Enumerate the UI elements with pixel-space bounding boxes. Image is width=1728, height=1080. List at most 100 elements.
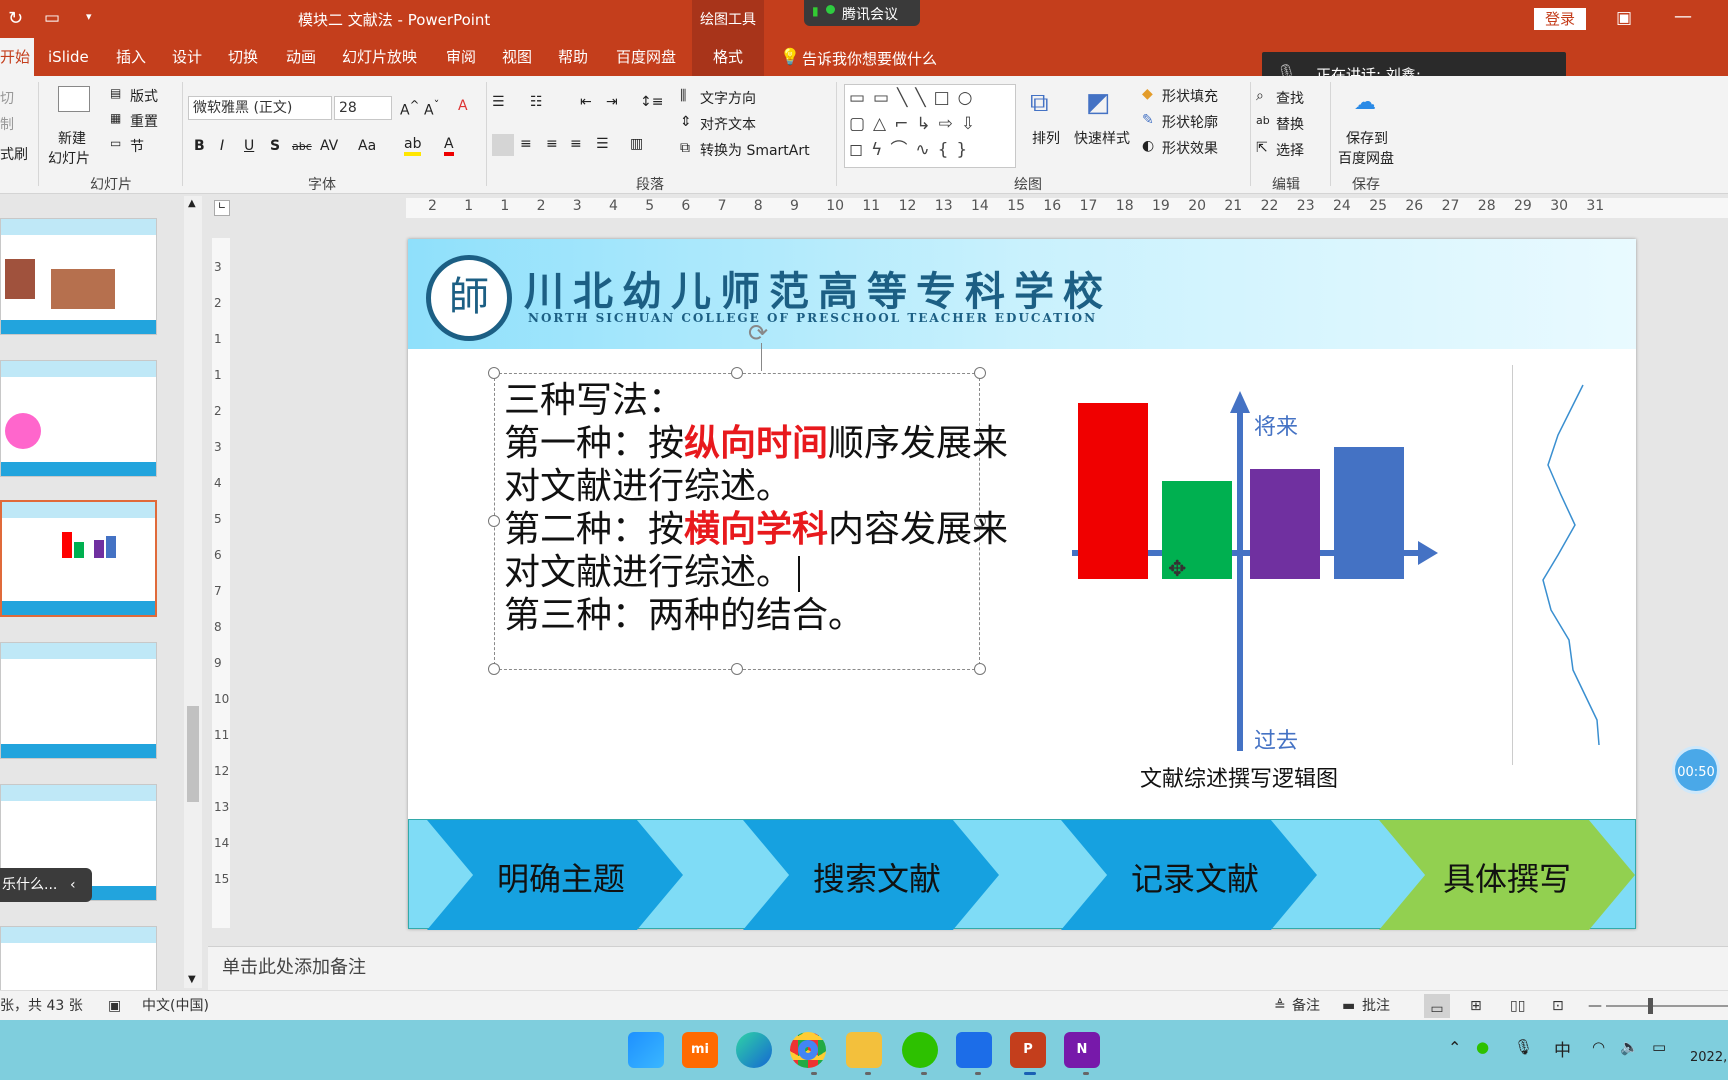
tab-selector-icon[interactable]: ∟ bbox=[214, 200, 230, 216]
layout-button[interactable]: 版式 bbox=[130, 86, 158, 106]
volume-icon[interactable]: 🔈 bbox=[1620, 1038, 1639, 1056]
tab-home[interactable]: 开始 bbox=[0, 38, 34, 76]
tell-me-tooltip[interactable]: 乐什么... ‹ bbox=[0, 868, 92, 902]
zoom-slider[interactable] bbox=[1606, 1005, 1728, 1007]
tab-help[interactable]: 帮助 bbox=[558, 38, 588, 76]
text-box-content[interactable]: 三种写法： 第一种：按纵向时间顺序发展来 对文献进行综述。 第二种：按横向学科内… bbox=[504, 379, 1008, 637]
tab-format[interactable]: 格式 bbox=[692, 38, 764, 76]
underline-icon[interactable]: U bbox=[244, 138, 254, 154]
shapes-gallery[interactable]: ▭▭╲╲□○ ▢△⌐↳⇨⇩ ◻ϟ⌒∿{} bbox=[844, 84, 1016, 168]
red-bar[interactable] bbox=[1078, 403, 1148, 579]
notes-toggle[interactable]: 备注 bbox=[1292, 991, 1320, 1021]
tab-insert[interactable]: 插入 bbox=[116, 38, 146, 76]
timeline-chart-image[interactable] bbox=[1512, 365, 1616, 765]
meeting-app-icon[interactable] bbox=[956, 1032, 992, 1068]
new-slide-icon[interactable] bbox=[58, 86, 90, 112]
shape-effects-button[interactable]: 形状效果 bbox=[1162, 138, 1218, 158]
smartart-button[interactable]: 转换为 SmartArt bbox=[700, 140, 810, 160]
change-case-icon[interactable]: Aa bbox=[358, 138, 376, 154]
line-spacing-icon[interactable]: ↕≡ bbox=[640, 94, 663, 110]
find-button[interactable]: 查找 bbox=[1276, 88, 1304, 108]
replace-button[interactable]: 替换 bbox=[1276, 114, 1304, 134]
decrease-indent-icon[interactable]: ⇤ bbox=[580, 94, 592, 110]
select-button[interactable]: 选择 bbox=[1276, 140, 1304, 160]
shadow-icon[interactable]: S bbox=[270, 138, 280, 154]
slide-sorter-icon[interactable]: ⊞ bbox=[1470, 991, 1482, 1021]
autosave-icon[interactable]: ↻ bbox=[8, 8, 23, 29]
shrink-font-icon[interactable]: Aˇ bbox=[424, 98, 439, 119]
resize-handle[interactable] bbox=[731, 367, 743, 379]
meeting-indicator[interactable]: ▮ 腾讯会议 bbox=[804, 0, 920, 26]
resize-handle[interactable] bbox=[488, 515, 500, 527]
chrome-icon[interactable] bbox=[790, 1032, 826, 1068]
justify-icon[interactable]: ≡ bbox=[570, 136, 582, 152]
wifi-icon[interactable]: ◠ bbox=[1592, 1038, 1605, 1056]
spellcheck-icon[interactable]: ▣ bbox=[108, 991, 121, 1021]
slide-thumbnail-selected[interactable] bbox=[0, 500, 157, 617]
tab-islide[interactable]: iSlide bbox=[48, 38, 89, 76]
tray-wechat-icon[interactable]: ● bbox=[1476, 1038, 1489, 1056]
scroll-down-icon[interactable]: ▼ bbox=[188, 974, 196, 985]
comments-toggle[interactable]: 批注 bbox=[1362, 991, 1390, 1021]
highlight-icon[interactable]: ab bbox=[404, 136, 422, 156]
resize-handle[interactable] bbox=[974, 663, 986, 675]
slide-canvas[interactable]: 師 川北幼儿师范高等专科学校 NORTH SICHUAN COLLEGE OF … bbox=[408, 239, 1636, 930]
save-baidu-label-1[interactable]: 保存到 bbox=[1346, 128, 1388, 148]
tray-mic-icon[interactable]: 🎙 bbox=[1514, 1038, 1533, 1056]
vertical-ruler[interactable]: 3 2 1 1 2 3 4 5 6 7 8 9 10 11 12 13 14 15 bbox=[212, 238, 230, 928]
char-spacing-icon[interactable]: AV bbox=[320, 138, 338, 154]
italic-icon[interactable]: I bbox=[220, 138, 224, 154]
columns-icon[interactable]: ▥ bbox=[630, 136, 643, 152]
font-name-select[interactable]: 微软雅黑 (正文) bbox=[188, 96, 332, 120]
tab-transitions[interactable]: 切换 bbox=[228, 38, 258, 76]
battery-icon[interactable]: ▭ bbox=[1652, 1038, 1666, 1056]
collapse-chevron-icon[interactable]: ‹ bbox=[70, 868, 76, 902]
powerpoint-icon[interactable]: P bbox=[1010, 1032, 1046, 1068]
normal-view-icon[interactable]: ▭ bbox=[1424, 994, 1450, 1018]
distribute-icon[interactable]: ☰ bbox=[596, 136, 609, 152]
tab-baidu[interactable]: 百度网盘 bbox=[616, 38, 676, 76]
purple-bar[interactable] bbox=[1250, 469, 1320, 579]
notes-pane[interactable]: 单击此处添加备注 bbox=[208, 946, 1728, 992]
font-size-select[interactable]: 28 bbox=[334, 96, 392, 120]
new-slide-label[interactable]: 新建 bbox=[58, 128, 86, 148]
onenote-icon[interactable]: N bbox=[1064, 1032, 1100, 1068]
resize-handle[interactable] bbox=[488, 663, 500, 675]
tab-review[interactable]: 审阅 bbox=[446, 38, 476, 76]
font-color-icon[interactable]: A bbox=[444, 136, 454, 156]
wechat-icon[interactable] bbox=[902, 1032, 938, 1068]
thumbnail-scrollbar[interactable]: ▲ ▼ bbox=[184, 196, 202, 988]
align-left-icon[interactable] bbox=[492, 134, 514, 156]
qat-dropdown-icon[interactable]: ▾ bbox=[86, 10, 92, 23]
tab-animations[interactable]: 动画 bbox=[286, 38, 316, 76]
horizontal-ruler[interactable]: 2 1 1 2 3 4 5 6 7 8 9 10 11 12 13 14 15 16 17 18 19 20 21 22 23 2… bbox=[406, 198, 1728, 218]
shape-fill-button[interactable]: 形状填充 bbox=[1162, 86, 1218, 106]
resize-handle[interactable] bbox=[974, 367, 986, 379]
save-baidu-label-2[interactable]: 百度网盘 bbox=[1338, 148, 1394, 168]
increase-indent-icon[interactable]: ⇥ bbox=[606, 94, 618, 110]
tab-view[interactable]: 视图 bbox=[502, 38, 532, 76]
slide-thumbnail[interactable] bbox=[0, 360, 157, 477]
section-button[interactable]: 节 bbox=[130, 136, 144, 156]
tray-chevron-icon[interactable]: ⌃ bbox=[1448, 1038, 1461, 1057]
meeting-timer[interactable]: 00:50 bbox=[1672, 746, 1720, 794]
clear-format-icon[interactable]: A bbox=[458, 98, 468, 114]
tab-design[interactable]: 设计 bbox=[172, 38, 202, 76]
scroll-thumb[interactable] bbox=[187, 706, 199, 802]
new-slide-label-2[interactable]: 幻灯片 bbox=[48, 148, 90, 168]
cut-button[interactable]: 切 bbox=[0, 88, 14, 108]
slide-thumbnail[interactable] bbox=[0, 218, 157, 335]
bold-icon[interactable]: B bbox=[194, 138, 205, 154]
slideshow-view-icon[interactable]: ⊡ bbox=[1552, 991, 1564, 1021]
reset-button[interactable]: 重置 bbox=[130, 111, 158, 131]
edge-icon[interactable] bbox=[736, 1032, 772, 1068]
clock-date[interactable]: 2022, bbox=[1690, 1050, 1727, 1065]
align-right-icon[interactable]: ≡ bbox=[546, 136, 558, 152]
zoom-out-icon[interactable]: — bbox=[1588, 991, 1602, 1021]
language-indicator[interactable]: 中文(中国) bbox=[142, 991, 209, 1021]
quick-styles-button[interactable]: 快速样式 bbox=[1074, 128, 1130, 148]
bullets-icon[interactable]: ☰ bbox=[492, 94, 505, 110]
windows-start-icon[interactable] bbox=[628, 1032, 664, 1068]
align-text-button[interactable]: 对齐文本 bbox=[700, 114, 756, 134]
resize-handle[interactable] bbox=[488, 367, 500, 379]
